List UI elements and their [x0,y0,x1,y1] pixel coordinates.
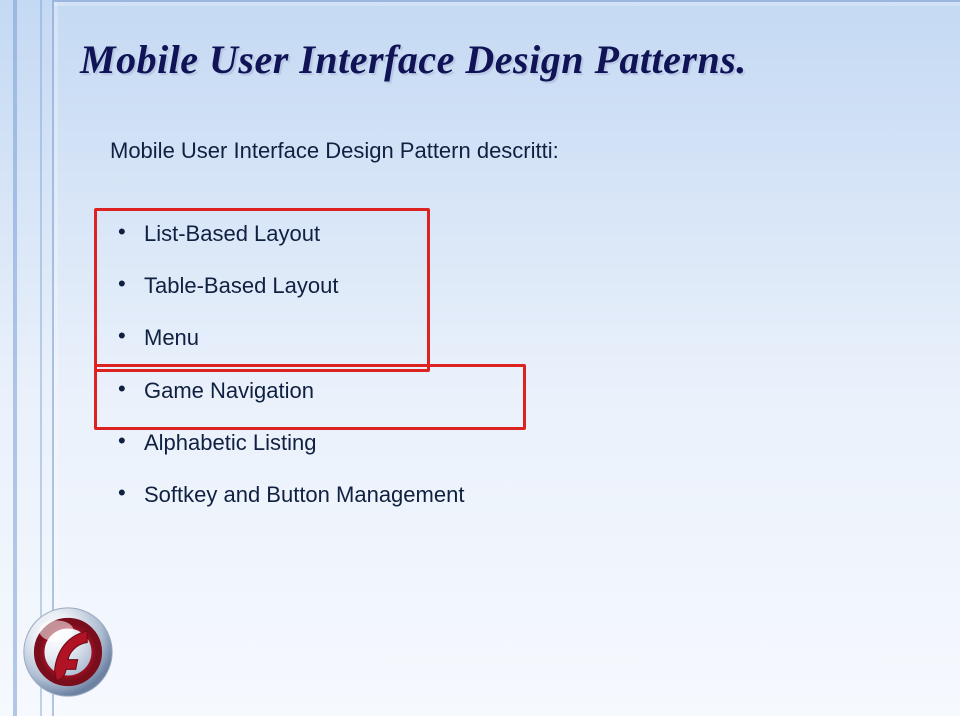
list-item: Softkey and Button Management [110,469,474,521]
bullet-list: List-Based Layout Table-Based Layout Men… [110,208,474,521]
list-item: List-Based Layout [110,208,474,260]
list-item: Game Navigation [110,365,474,417]
list-item-label: List-Based Layout [144,221,320,246]
list-item-label: Table-Based Layout [144,273,338,298]
list-item-label: Game Navigation [144,378,314,403]
list-item-label: Alphabetic Listing [144,430,316,455]
list-item: Alphabetic Listing [110,417,474,469]
list-item-label: Menu [144,325,199,350]
slide: Mobile User Interface Design Patterns. M… [0,0,960,716]
list-item: Menu [110,312,474,364]
slide-subtitle: Mobile User Interface Design Pattern des… [110,138,559,164]
slide-title: Mobile User Interface Design Patterns. [80,36,747,83]
list-item-label: Softkey and Button Management [144,482,464,507]
list-item: Table-Based Layout [110,260,474,312]
decorative-bar-1 [13,0,17,716]
flash-logo-icon [20,604,116,700]
